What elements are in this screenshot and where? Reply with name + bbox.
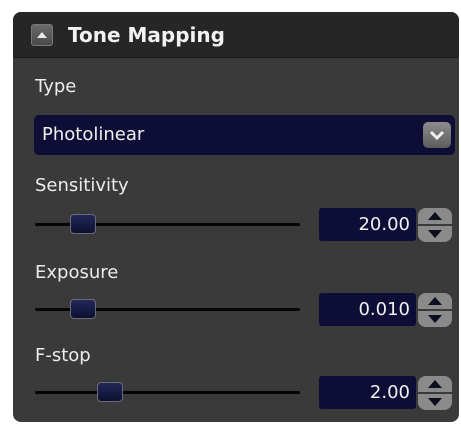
triangle-up-icon (428, 297, 442, 305)
triangle-up-icon (37, 32, 47, 38)
panel-title: Tone Mapping (68, 23, 225, 47)
triangle-down-icon (428, 230, 442, 238)
panel-header[interactable]: Tone Mapping (13, 12, 459, 58)
type-selected-value: Photolinear (42, 124, 145, 145)
exposure-increment-button[interactable] (418, 293, 452, 311)
triangle-up-icon (428, 380, 442, 388)
dropdown-arrow-button[interactable] (423, 122, 451, 148)
sensitivity-slider-thumb[interactable] (70, 214, 97, 234)
fstop-spinner[interactable] (418, 376, 452, 410)
triangle-down-icon (428, 398, 442, 406)
fstop-slider-thumb[interactable] (96, 382, 123, 402)
sensitivity-decrement-button[interactable] (418, 226, 452, 242)
sensitivity-spinner[interactable] (418, 208, 452, 242)
type-label: Type (35, 76, 77, 97)
collapse-button[interactable] (31, 24, 53, 46)
fstop-value: 2.00 (369, 382, 410, 403)
type-dropdown[interactable]: Photolinear (34, 115, 455, 155)
fstop-slider-track[interactable] (35, 391, 300, 394)
exposure-decrement-button[interactable] (418, 311, 452, 327)
chevron-down-icon (429, 130, 445, 141)
triangle-up-icon (428, 212, 442, 220)
fstop-label: F-stop (35, 345, 91, 366)
sensitivity-value-field[interactable]: 20.00 (319, 208, 416, 241)
exposure-spinner[interactable] (418, 293, 452, 327)
exposure-value: 0.010 (358, 299, 410, 320)
tone-mapping-panel: Tone Mapping Type Photolinear Sensitivit… (13, 12, 459, 422)
exposure-label: Exposure (35, 262, 119, 283)
exposure-slider-thumb[interactable] (70, 299, 97, 319)
fstop-value-field[interactable]: 2.00 (319, 376, 416, 409)
triangle-down-icon (428, 315, 442, 323)
sensitivity-label: Sensitivity (35, 175, 129, 196)
fstop-increment-button[interactable] (418, 376, 452, 394)
exposure-value-field[interactable]: 0.010 (319, 293, 416, 326)
fstop-decrement-button[interactable] (418, 394, 452, 410)
sensitivity-value: 20.00 (358, 214, 410, 235)
sensitivity-increment-button[interactable] (418, 208, 452, 226)
